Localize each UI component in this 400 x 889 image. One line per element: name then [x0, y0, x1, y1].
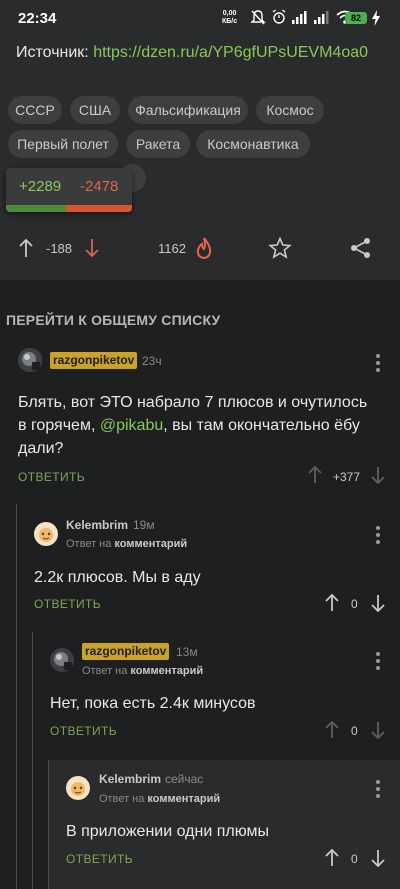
avatar[interactable]: [50, 648, 74, 672]
signal-icon: [314, 11, 329, 24]
fire-icon[interactable]: [194, 236, 214, 260]
comment-text: В приложении одни плюмы: [66, 823, 270, 840]
arrow-up-icon[interactable]: [308, 466, 322, 484]
avatar[interactable]: [34, 522, 58, 546]
tag-space[interactable]: Космос: [256, 96, 324, 124]
reply-button[interactable]: ОТВЕТИТЬ: [50, 724, 117, 738]
hot-count: 1162: [158, 241, 186, 256]
comment-time: сейчас: [165, 772, 204, 786]
post-actions: -188 1162: [0, 236, 400, 262]
share-icon[interactable]: [350, 237, 372, 259]
reply-button[interactable]: ОТВЕТИТЬ: [34, 597, 101, 611]
post-source: Источник: https://dzen.ru/a/YP6gfUPsUEVM…: [16, 44, 368, 62]
more-icon[interactable]: [376, 354, 380, 375]
avatar[interactable]: [18, 348, 42, 372]
comment-time: 19м: [133, 518, 155, 532]
comment-score: 0: [351, 724, 358, 738]
arrow-down-icon[interactable]: [371, 466, 385, 484]
alarm-icon: [272, 9, 286, 24]
more-icon[interactable]: [376, 652, 380, 673]
comment-time: 13м: [176, 645, 198, 659]
plus-bar: [6, 205, 66, 212]
star-icon[interactable]: [268, 237, 292, 259]
comment-author-badge[interactable]: razgonpiketov: [82, 643, 170, 660]
comment-time: 23ч: [142, 354, 162, 368]
battery-icon: 82: [345, 12, 367, 24]
arrow-up-icon[interactable]: [325, 594, 339, 612]
post-rating: -188: [46, 241, 73, 256]
back-to-list-link[interactable]: ПЕРЕЙТИ К ОБЩЕМУ СПИСКУ: [6, 312, 220, 328]
tag-falsification[interactable]: Фальсификация: [128, 96, 248, 124]
thread-line: [16, 504, 17, 889]
arrow-up-icon[interactable]: [325, 721, 339, 739]
comment-text: Нет, пока есть 2.4к минусов: [50, 695, 256, 712]
reply-button[interactable]: ОТВЕТИТЬ: [66, 852, 133, 866]
rating-popup: +2289 -2478: [6, 168, 132, 212]
reply-target-link[interactable]: комментарий: [130, 665, 203, 677]
status-time: 22:34: [18, 10, 57, 27]
post-card: Источник: https://dzen.ru/a/YP6gfUPsUEVM…: [0, 36, 400, 280]
comment-text: 2.2к плюсов. Мы в аду: [34, 569, 201, 586]
arrow-down-icon[interactable]: [371, 721, 385, 739]
signal-icon: [292, 11, 307, 24]
arrow-down-icon[interactable]: [371, 594, 385, 612]
thread-line: [32, 632, 33, 889]
net-speed: 0,00 КБ/с: [222, 10, 237, 26]
mute-icon: [250, 10, 266, 25]
avatar[interactable]: [66, 776, 90, 800]
arrow-up-icon[interactable]: [325, 849, 339, 867]
net-speed-unit: КБ/с: [222, 18, 238, 25]
tag-cosmonautics[interactable]: Космонавтика: [196, 130, 310, 158]
arrow-up-icon[interactable]: [18, 238, 34, 258]
tag-rocket[interactable]: Ракета: [126, 130, 190, 158]
reply-prefix: Ответ на: [66, 538, 112, 550]
mention-link[interactable]: @pikabu: [100, 417, 163, 434]
comment-text: Блять, вот ЭТО набрало 7 плюсов и очутил…: [18, 391, 368, 460]
net-speed-value: 0,00: [222, 10, 237, 17]
tag-first-flight[interactable]: Первый полет: [8, 130, 118, 158]
source-label: Источник:: [16, 44, 89, 61]
comment-author-badge[interactable]: razgonpiketov: [50, 352, 138, 369]
minus-bar: [66, 205, 132, 212]
source-link[interactable]: https://dzen.ru/a/YP6gfUPsUEVM4oa0: [93, 44, 368, 61]
comment-score: +377: [333, 470, 361, 484]
tag-ussr[interactable]: СССР: [8, 96, 62, 124]
pluses-count: +2289: [19, 178, 62, 195]
thread-line: [48, 760, 49, 889]
more-icon[interactable]: [376, 780, 380, 801]
status-bar: 22:34 0,00 КБ/с 82: [0, 0, 400, 36]
reply-prefix: Ответ на: [99, 793, 145, 805]
arrow-down-icon[interactable]: [371, 849, 385, 867]
charging-icon: [372, 10, 380, 26]
reply-target-link[interactable]: комментарий: [114, 538, 187, 550]
reply-button[interactable]: ОТВЕТИТЬ: [18, 470, 85, 484]
tag-usa[interactable]: США: [70, 96, 120, 124]
comment-score: 0: [351, 597, 358, 611]
reply-target-link[interactable]: комментарий: [147, 793, 220, 805]
reply-to-label: Ответ на комментарий: [82, 665, 203, 677]
reply-prefix: Ответ на: [82, 665, 128, 677]
comment-score: 0: [351, 852, 358, 866]
comment-author[interactable]: Kelembrim: [66, 518, 128, 532]
minuses-count: -2478: [80, 178, 119, 195]
arrow-down-icon[interactable]: [84, 238, 100, 258]
more-icon[interactable]: [376, 526, 380, 547]
reply-to-label: Ответ на комментарий: [66, 538, 187, 550]
comment-author[interactable]: Kelembrim: [99, 772, 161, 786]
reply-to-label: Ответ на комментарий: [99, 793, 220, 805]
